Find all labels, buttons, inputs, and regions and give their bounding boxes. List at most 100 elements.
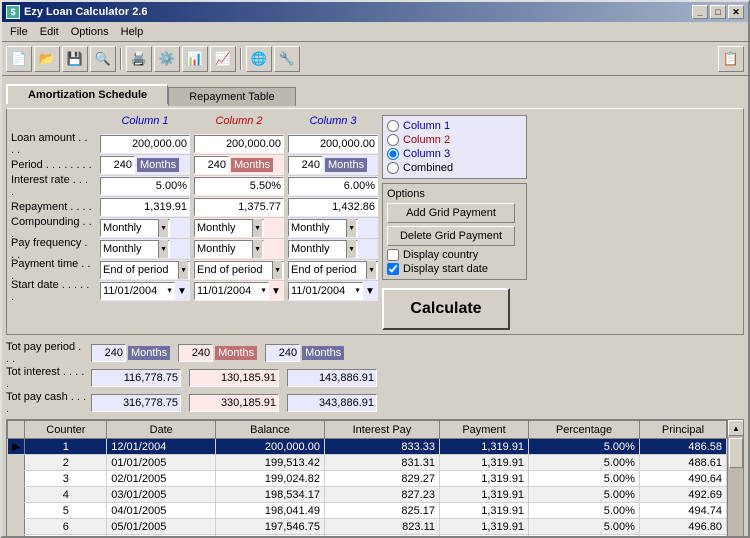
tab-repayment[interactable]: Repayment Table	[168, 87, 295, 106]
row-indicator-cell	[8, 535, 25, 538]
scroll-track[interactable]	[728, 436, 743, 538]
radio-combined[interactable]	[387, 162, 399, 174]
col3-payfreq-select[interactable]: Monthly	[288, 240, 358, 258]
toolbar-chart1[interactable]: 📊	[182, 46, 208, 72]
table-row[interactable]: ▶112/01/2004200,000.00833.331,319.915.00…	[8, 439, 727, 455]
col2-payfreq-select[interactable]: Monthly	[194, 240, 264, 258]
maximize-button[interactable]: □	[710, 5, 726, 19]
col3-loan-amount-input[interactable]	[288, 135, 378, 153]
toolbar: 📄 📂 💾 🔍 🖨️ ⚙️ 📊 📈 🌐 🔧 📋	[2, 42, 748, 76]
col3-compounding-row: Monthly	[288, 218, 378, 238]
radio-combined-label: Combined	[403, 162, 453, 174]
label-pay-frequency: Pay frequency . . .	[11, 239, 96, 259]
col3-date-wrapper	[288, 282, 363, 300]
toolbar-print[interactable]: 🖨️	[126, 46, 152, 72]
th-payment: Payment	[439, 421, 528, 439]
col1-compounding-select[interactable]: Monthly	[100, 219, 170, 237]
col2-date-input[interactable]	[194, 282, 269, 300]
table-row[interactable]: 605/01/2005197,546.75823.111,319.915.00%…	[8, 519, 727, 535]
col2-tot-period-input[interactable]	[178, 344, 213, 362]
cell-3: 821.04	[324, 535, 439, 538]
col2-period-num-input[interactable]	[194, 156, 229, 174]
col2-startdate-row: ▼	[194, 281, 284, 301]
toolbar-globe[interactable]: 🌐	[246, 46, 272, 72]
label-start-date: Start date . . . . . .	[11, 281, 96, 301]
toolbar-tool[interactable]: 🔧	[274, 46, 300, 72]
table-with-scroll: Counter Date Balance Interest Pay Paymen…	[7, 420, 743, 538]
col2-repayment-input[interactable]	[194, 198, 284, 216]
col2-date-btn[interactable]: ▼	[271, 286, 281, 297]
col3-repayment-input[interactable]	[288, 198, 378, 216]
col1-paytime-select[interactable]: End of period	[100, 261, 190, 279]
col1-interest-input[interactable]	[100, 177, 190, 195]
table-row[interactable]: 302/01/2005199,024.82829.271,319.915.00%…	[8, 471, 727, 487]
col3-header: Column 3	[288, 115, 378, 131]
scroll-thumb[interactable]	[729, 438, 743, 468]
col3-payfreq-row: Monthly	[288, 239, 378, 259]
display-country-checkbox[interactable]	[387, 249, 399, 261]
cell-4: 1,319.91	[439, 487, 528, 503]
minimize-button[interactable]: _	[692, 5, 708, 19]
toolbar-search[interactable]: 🔍	[90, 46, 116, 72]
col1-repayment-input[interactable]	[100, 198, 190, 216]
col1-loan-amount-input[interactable]	[100, 135, 190, 153]
calculate-button[interactable]: Calculate	[382, 288, 510, 330]
table-row[interactable]: 504/01/2005198,041.49825.171,319.915.00%…	[8, 503, 727, 519]
toolbar-save[interactable]: 💾	[62, 46, 88, 72]
col2-interest-input[interactable]	[194, 177, 284, 195]
col2-paytime-select[interactable]: End of period	[194, 261, 284, 279]
col1-period-num-input[interactable]	[100, 156, 135, 174]
table-row[interactable]: 706/01/2005197,049.95821.041,319.915.00%…	[8, 535, 727, 538]
display-start-date-checkbox[interactable]	[387, 263, 399, 275]
cell-2: 199,024.82	[216, 471, 325, 487]
toolbar-chart2[interactable]: 📈	[210, 46, 236, 72]
col1-date-btn[interactable]: ▼	[177, 286, 187, 297]
radio-col1[interactable]	[387, 120, 399, 132]
radio-col2[interactable]	[387, 134, 399, 146]
col3-payfreq-wrapper: Monthly	[288, 240, 358, 258]
col1-tot-interest-input[interactable]	[91, 369, 181, 387]
scroll-up-button[interactable]: ▲	[728, 420, 744, 436]
th-principal: Principal	[639, 421, 726, 439]
col2-tot-interest-input[interactable]	[189, 369, 279, 387]
col1-tot-cash-input[interactable]	[91, 394, 181, 412]
col2-compounding-select[interactable]: Monthly	[194, 219, 264, 237]
col3-tot-cash-input[interactable]	[287, 394, 377, 412]
col1-payfreq-select[interactable]: Monthly	[100, 240, 170, 258]
col1-date-input[interactable]	[100, 282, 175, 300]
options-title: Options	[387, 188, 522, 200]
menu-help[interactable]: Help	[115, 24, 150, 40]
delete-grid-payment-button[interactable]: Delete Grid Payment	[387, 226, 515, 246]
menu-file[interactable]: File	[4, 24, 34, 40]
col1-compounding-row: Monthly	[100, 218, 190, 238]
cell-5: 5.00%	[529, 487, 640, 503]
col3-period-num-input[interactable]	[288, 156, 323, 174]
toolbar-settings[interactable]: ⚙️	[154, 46, 180, 72]
col1-tot-period-input[interactable]	[91, 344, 126, 362]
col3-date-btn[interactable]: ▼	[365, 286, 375, 297]
col3-interest-input[interactable]	[288, 177, 378, 195]
menu-edit[interactable]: Edit	[34, 24, 65, 40]
toolbar-open[interactable]: 📂	[34, 46, 60, 72]
radio-col3[interactable]	[387, 148, 399, 160]
col3-paytime-select[interactable]: End of period	[288, 261, 378, 279]
table-row[interactable]: 403/01/2005198,534.17827.231,319.915.00%…	[8, 487, 727, 503]
col3-date-input[interactable]	[288, 282, 363, 300]
col3-tot-period-input[interactable]	[265, 344, 300, 362]
col2-tot-cash-input[interactable]	[189, 394, 279, 412]
col2-loan-amount-input[interactable]	[194, 135, 284, 153]
toolbar-new[interactable]: 📄	[6, 46, 32, 72]
add-grid-payment-button[interactable]: Add Grid Payment	[387, 203, 515, 223]
table-row[interactable]: 201/01/2005199,513.42831.311,319.915.00%…	[8, 455, 727, 471]
col3-tot-interest-input[interactable]	[287, 369, 377, 387]
tab-amortization[interactable]: Amortization Schedule	[6, 84, 168, 104]
menu-options[interactable]: Options	[65, 24, 115, 40]
cell-1: 12/01/2004	[107, 439, 216, 455]
close-button[interactable]: ✕	[728, 5, 744, 19]
cell-2: 197,546.75	[216, 519, 325, 535]
col3-compounding-select[interactable]: Monthly	[288, 219, 358, 237]
label-payment-time: Payment time . . .	[11, 260, 96, 280]
row-indicator-cell	[8, 503, 25, 519]
col3-repayment-row	[288, 197, 378, 217]
toolbar-info[interactable]: 📋	[718, 46, 744, 72]
